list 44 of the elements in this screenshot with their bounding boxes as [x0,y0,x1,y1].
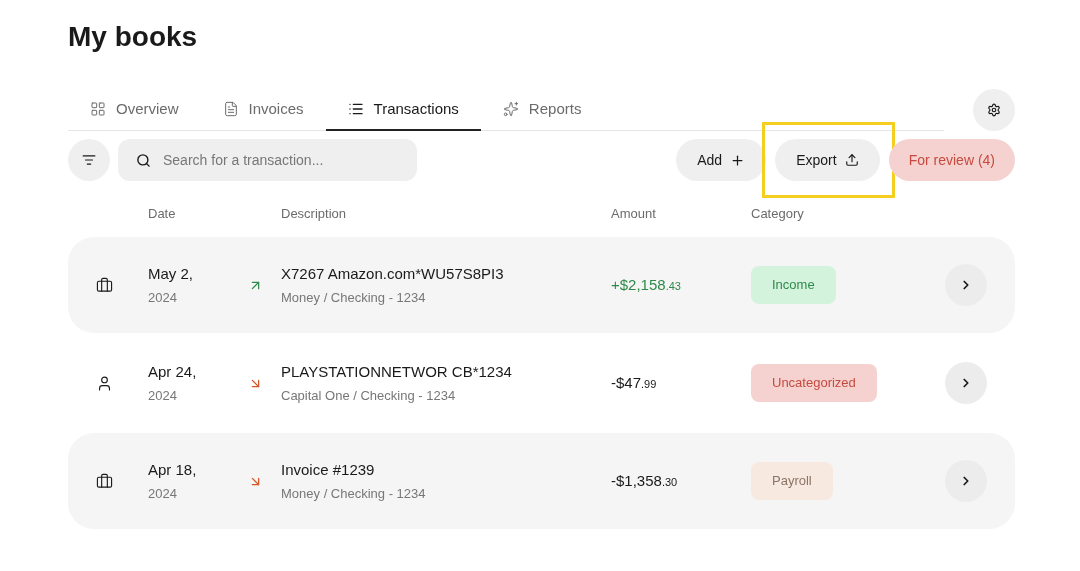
export-button[interactable]: Export [775,139,880,181]
date-text: Apr 24, [148,361,197,382]
date-text: May 2, [148,263,193,284]
tab[interactable]: Overview [68,89,201,131]
column-header: Category [751,206,804,222]
settings-icon [987,103,1001,117]
description-text: X7267 Amazon.com*WU57S8PI3 [281,263,504,284]
open-button[interactable] [945,460,987,502]
search-field[interactable]: Search for a transaction... [163,149,399,171]
document-icon [222,101,239,117]
date-text: Apr 18, [148,459,197,480]
column-header: Description [281,206,347,222]
page-title: My books [68,20,198,54]
search-icon [136,152,151,168]
filter-icon [82,153,96,167]
tab[interactable]: Reports [480,89,604,131]
account-text: Money / Checking - 1234 [281,289,426,307]
briefcase-icon [96,472,113,490]
category-badge: Payroll [751,462,833,500]
briefcase-icon [96,276,113,294]
list-icon [347,101,364,117]
description-text: PLAYSTATIONNETWOR CB*1234 [281,361,512,382]
year-text: 2024 [148,485,177,503]
category-badge: Uncategorized [751,364,877,402]
account-text: Capital One / Checking - 1234 [281,387,456,405]
account-text: Money / Checking - 1234 [281,485,426,503]
grid-icon [90,101,106,117]
upload-icon [844,153,859,167]
category-badge: Income [751,266,836,304]
person-icon [96,374,113,392]
year-text: 2024 [148,289,177,307]
filter-button[interactable] [68,139,110,181]
settings-button[interactable] [973,89,1015,131]
search-bar[interactable]: Search for a transaction... [118,139,417,181]
column-header: Amount [611,206,656,222]
open-button[interactable] [945,264,987,306]
sparkle-icon [502,101,519,117]
tab[interactable]: Transactions [325,89,481,131]
description-text: Invoice #1239 [281,459,375,480]
year-text: 2024 [148,387,177,405]
plus-icon [730,152,746,168]
column-header: Date [148,206,176,222]
tab[interactable]: Invoices [200,89,326,131]
open-button[interactable] [945,362,987,404]
